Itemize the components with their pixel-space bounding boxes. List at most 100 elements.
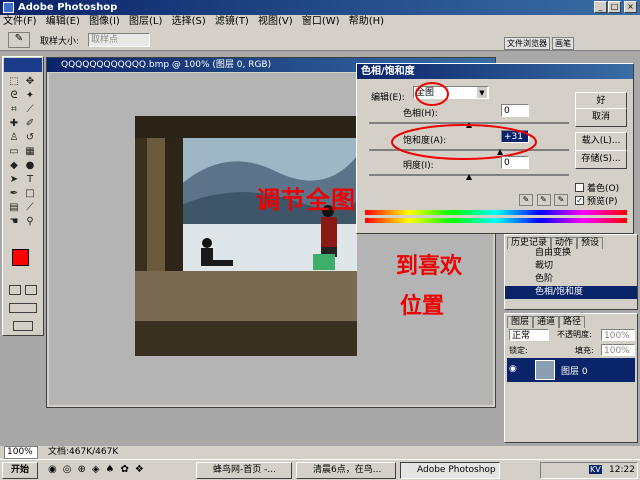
colorize-checkbox[interactable] (575, 183, 584, 192)
opacity-input[interactable]: 100% (601, 329, 635, 341)
start-button[interactable]: 开始 (2, 462, 38, 479)
close-button[interactable]: × (624, 1, 637, 13)
standard-mode-icon[interactable] (9, 285, 21, 295)
menu-view[interactable]: 视图(V) (255, 15, 296, 29)
document-title: QQQQQQQQQQQQ.bmp @ 100% (图层 0, RGB) (61, 60, 272, 70)
layer-thumbnail (535, 360, 555, 380)
eyedropper-icon[interactable]: ✎ (8, 32, 30, 48)
eye-icon[interactable]: ◉ (509, 364, 517, 374)
path-select-icon[interactable]: ➤ (6, 173, 22, 187)
chevron-down-icon: ▼ (477, 87, 487, 98)
fill-input[interactable]: 100% (601, 344, 635, 356)
app-icon (3, 2, 14, 13)
quick-launch: ◉◎⊕◈♠✿❖ (48, 464, 150, 475)
start-label: 开始 (10, 465, 29, 475)
history-item[interactable]: 自由变换 (505, 247, 637, 260)
history-item-selected[interactable]: 色相/饱和度 (505, 286, 637, 299)
menu-window[interactable]: 窗口(W) (299, 15, 343, 29)
doc-size: 文档:467K/467K (48, 447, 119, 457)
dialog-title: 色相/饱和度 (361, 66, 415, 77)
foreground-color-swatch[interactable] (12, 249, 29, 266)
history-item[interactable]: 裁切 (505, 260, 637, 273)
tab-paths[interactable]: 路径 (559, 316, 586, 328)
jump-to-imageready-icon[interactable] (13, 321, 33, 331)
preview-label: 预览(P) (587, 197, 618, 207)
menu-image[interactable]: 图像(I) (86, 15, 123, 29)
lock-label: 锁定: (509, 346, 528, 355)
hue-input[interactable]: 0 (501, 104, 529, 117)
stamp-tool-icon[interactable]: ♙ (6, 131, 22, 145)
adjusted-spectrum-bar (365, 218, 627, 223)
tab-channels[interactable]: 通道 (533, 316, 560, 328)
lang-indicator[interactable]: KV (589, 465, 602, 474)
clock: 12:22 (609, 465, 635, 475)
lightness-input[interactable]: 0 (501, 156, 529, 169)
task-button-browser-1[interactable]: 蜂鸟网-首页 -... (196, 462, 292, 479)
zoom-level[interactable]: 100% (4, 446, 38, 459)
eyedropper-tool-icon[interactable]: ⟋ (22, 201, 38, 215)
notes-tool-icon[interactable]: ▤ (6, 201, 22, 215)
lightness-label: 明度(I): (403, 161, 434, 171)
zoom-tool-icon[interactable]: ⚲ (22, 215, 38, 229)
load-button[interactable]: 载入(L)... (575, 132, 627, 151)
taskbar: 开始 ◉◎⊕◈♠✿❖ 蜂鸟网-首页 -... 清晨6点，在鸟... Adobe … (0, 459, 640, 480)
history-item-label: 色阶 (535, 274, 554, 284)
menu-edit[interactable]: 编辑(E) (43, 15, 83, 29)
menu-select[interactable]: 选择(S) (169, 15, 209, 29)
history-brush-icon[interactable]: ↺ (22, 131, 38, 145)
lightness-slider-thumb[interactable] (466, 174, 472, 180)
pen-tool-icon[interactable]: ✒ (6, 187, 22, 201)
save-button[interactable]: 存储(S)... (575, 150, 627, 169)
menu-filter[interactable]: 滤镜(T) (212, 15, 252, 29)
eyedropper-icon[interactable]: ✎ (519, 194, 533, 206)
history-item-label: 自由变换 (535, 248, 572, 258)
eyedropper-minus-icon[interactable]: ✎ (554, 194, 568, 206)
eyedropper-plus-icon[interactable]: ✎ (536, 194, 551, 206)
minimize-button[interactable]: _ (594, 1, 607, 13)
cancel-button[interactable]: 取消 (575, 108, 627, 127)
move-tool-icon[interactable]: ✥ (22, 75, 38, 89)
menu-file[interactable]: 文件(F) (0, 15, 40, 29)
sample-size-select[interactable]: 取样点 (88, 33, 150, 47)
eraser-tool-icon[interactable]: ▭ (6, 145, 22, 159)
magic-wand-icon[interactable]: ✦ (22, 89, 38, 103)
annotation-line2: 到喜欢 (396, 253, 463, 279)
edit-label: 编辑(E): (371, 93, 405, 103)
blend-mode-select[interactable]: 正常 (509, 329, 549, 341)
menu-layer[interactable]: 图层(L) (126, 15, 165, 29)
dialog-title-bar[interactable]: 色相/饱和度 (357, 64, 633, 79)
type-tool-icon[interactable]: T (22, 173, 38, 187)
screen-mode-icon[interactable] (9, 303, 37, 313)
photo-canvas[interactable] (135, 116, 357, 356)
shape-tool-icon[interactable]: □ (22, 187, 38, 201)
quickmask-mode-icon[interactable] (25, 285, 37, 295)
task-button-photoshop[interactable]: Adobe Photoshop (400, 462, 500, 479)
menu-help[interactable]: 帮助(H) (346, 15, 387, 29)
preview-checkbox[interactable]: ✓ (575, 196, 584, 205)
brush-tool-icon[interactable]: ✐ (22, 117, 38, 131)
maximize-button[interactable]: □ (608, 1, 621, 13)
dodge-tool-icon[interactable]: ● (22, 159, 38, 173)
app-title: Adobe Photoshop (18, 2, 118, 13)
slice-tool-icon[interactable]: ⟋ (22, 103, 38, 117)
layer-row[interactable]: ◉ 图层 0 (507, 358, 635, 382)
annotation-circle-edit (415, 82, 449, 106)
crop-tool-icon[interactable]: ⌗ (6, 103, 22, 117)
task-button-browser-2[interactable]: 清晨6点，在鸟... (296, 462, 396, 479)
tab-layers[interactable]: 图层 (507, 316, 534, 328)
hue-label: 色相(H): (403, 109, 438, 119)
gradient-tool-icon[interactable]: ▦ (22, 145, 38, 159)
tab-brushes[interactable]: 画笔 (552, 37, 574, 50)
history-item[interactable]: 色阶 (505, 273, 637, 286)
tab-file-browser[interactable]: 文件浏览器 (504, 37, 550, 50)
toolbox-header (4, 58, 42, 72)
marquee-tool-icon[interactable]: ⬚ (6, 75, 22, 89)
lasso-tool-icon[interactable]: ᘓ (6, 89, 22, 103)
healing-tool-icon[interactable]: ✚ (6, 117, 22, 131)
hand-tool-icon[interactable]: ☚ (6, 215, 22, 229)
sample-size-label: 取样大小: (40, 37, 80, 47)
blur-tool-icon[interactable]: ◆ (6, 159, 22, 173)
task-label: 蜂鸟网-首页 -... (213, 465, 276, 475)
layers-panel: 图层 通道 路径 正常 不透明度: 100% 锁定: 填充: 100% ◉ 图层 0 (504, 313, 638, 443)
menu-bar: 文件(F) 编辑(E) 图像(I) 图层(L) 选择(S) 滤镜(T) 视图(V… (0, 15, 640, 29)
